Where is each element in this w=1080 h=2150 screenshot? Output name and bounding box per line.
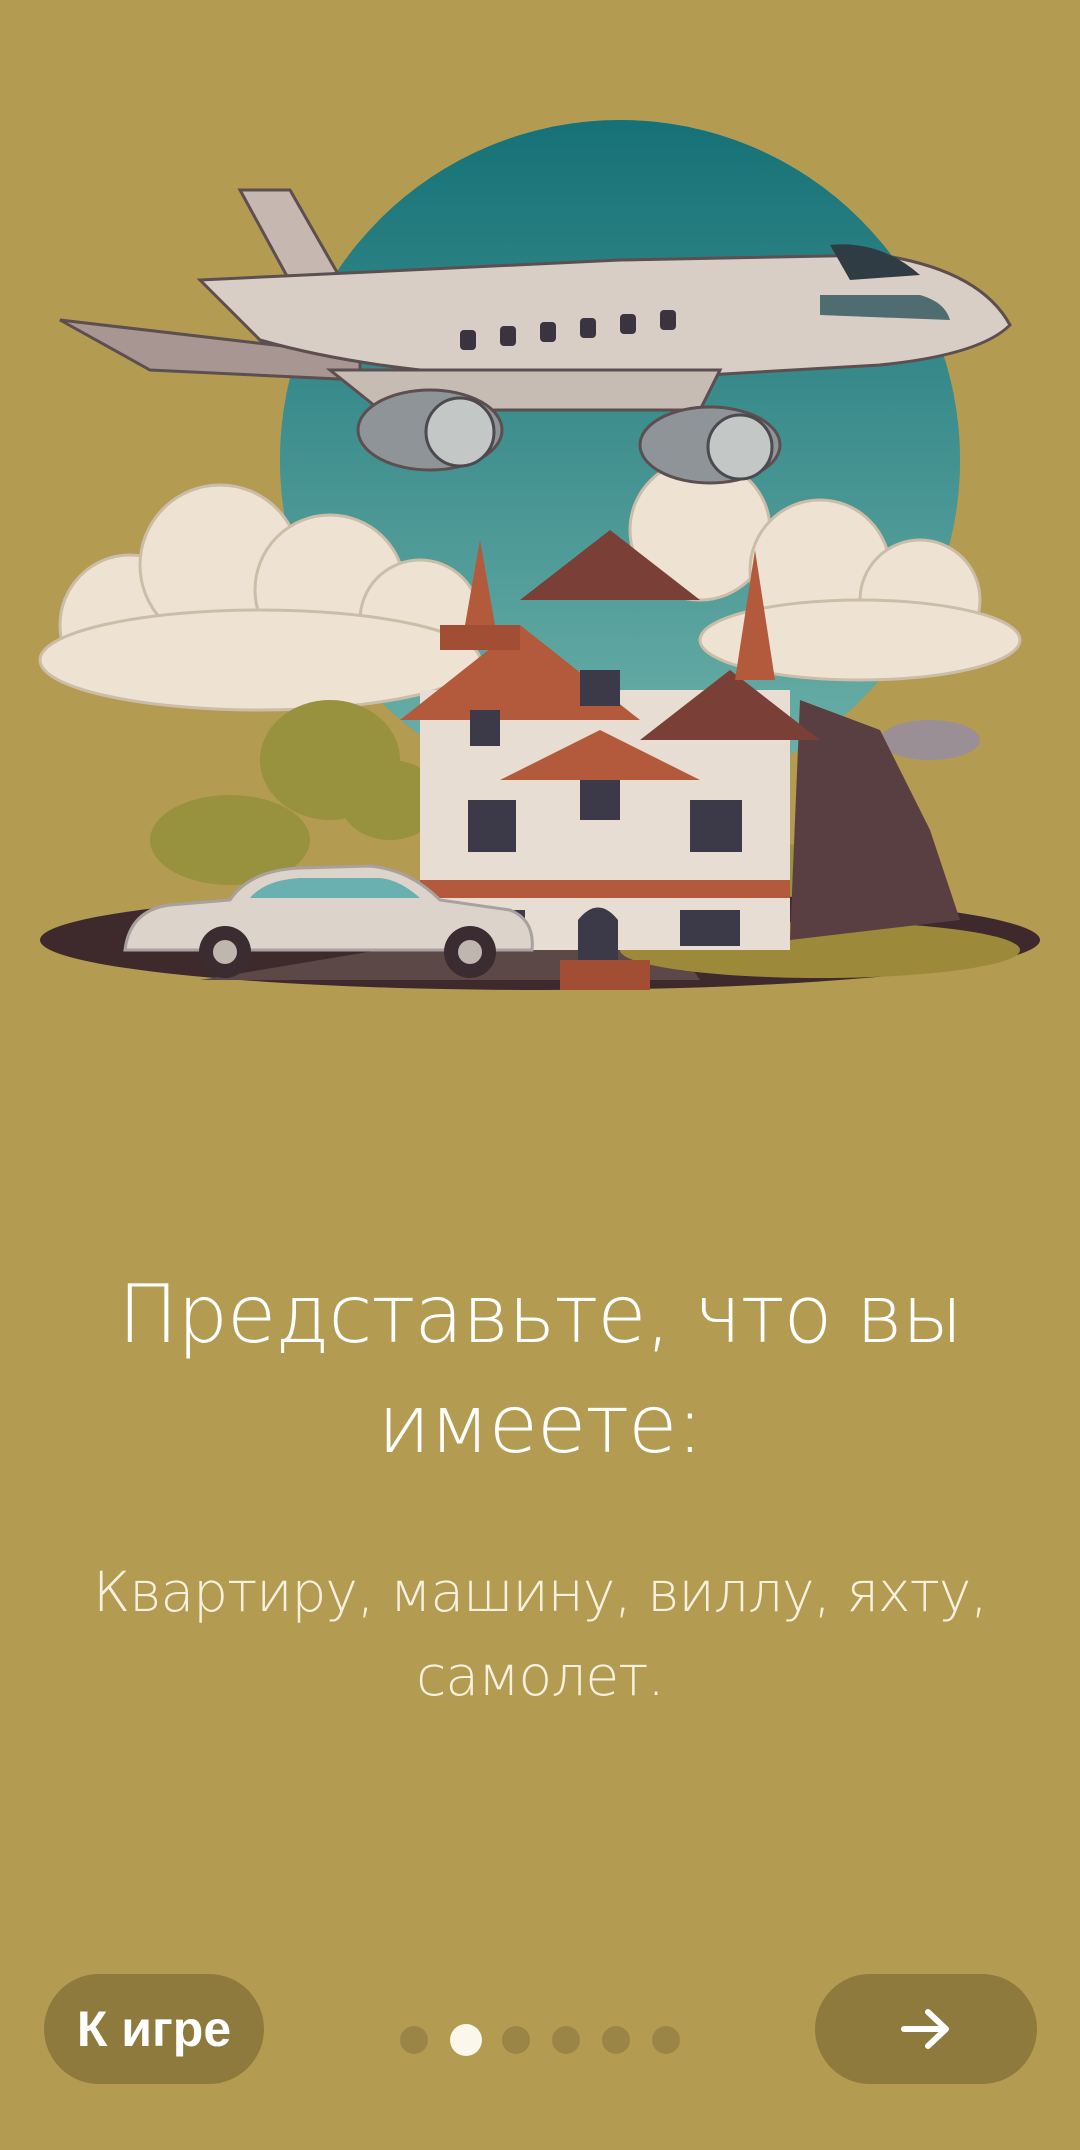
arrow-right-icon	[901, 2009, 949, 2049]
next-button[interactable]	[815, 1974, 1037, 2084]
pagination-dot-active	[450, 2024, 482, 2056]
pagination-dot	[502, 2026, 530, 2054]
hero-illustration	[0, 80, 1080, 1040]
pagination-dot	[552, 2026, 580, 2054]
onboarding-title: Представьте, что вы имеете:	[118, 1268, 963, 1471]
pagination-dot	[602, 2026, 630, 2054]
pagination-dot	[400, 2026, 428, 2054]
pagination-dot	[652, 2026, 680, 2054]
pagination-dots	[400, 2022, 700, 2058]
skip-to-game-button[interactable]: К игре	[44, 1974, 264, 2084]
onboarding-subtitle: Квартиру, машину, виллу, яхту, самолет.	[93, 1560, 988, 1708]
